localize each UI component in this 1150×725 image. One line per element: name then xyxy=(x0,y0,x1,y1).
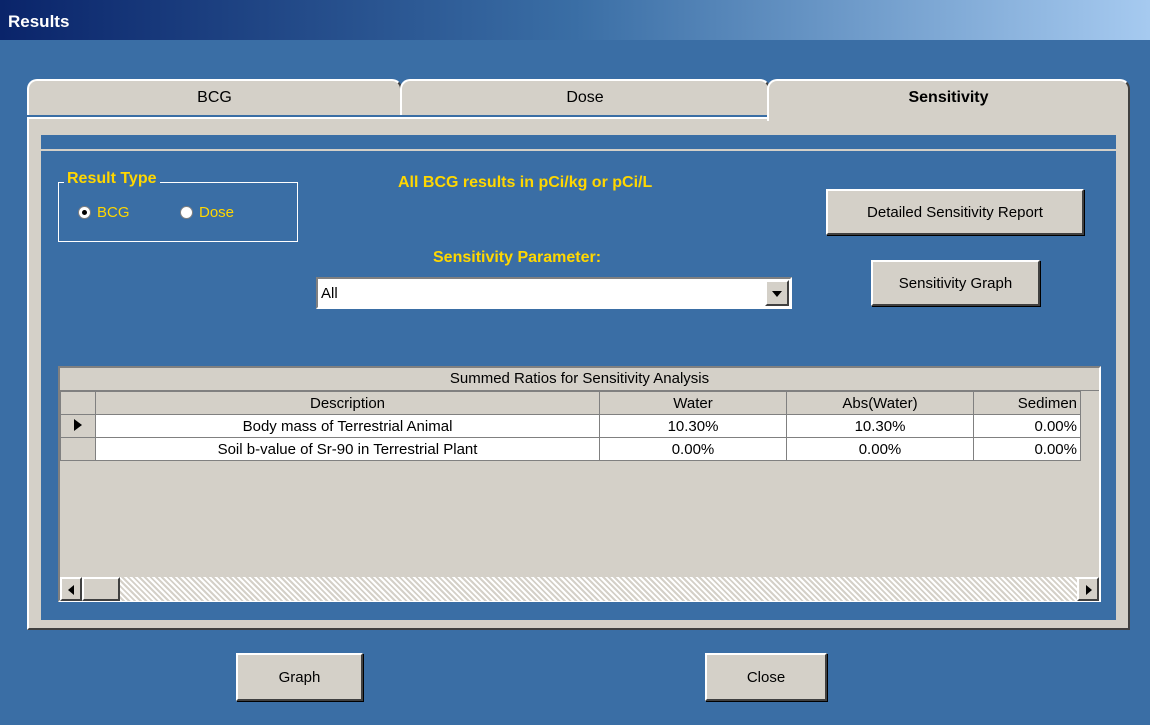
cell-water[interactable]: 10.30% xyxy=(599,414,787,438)
chevron-down-icon[interactable] xyxy=(765,280,789,306)
radio-bcg-label: BCG xyxy=(97,204,130,221)
tab-sensitivity[interactable]: Sensitivity xyxy=(767,79,1130,121)
radio-bcg-indicator[interactable] xyxy=(78,206,91,219)
button-label: Detailed Sensitivity Report xyxy=(867,203,1043,221)
column-header-sediment[interactable]: Sedimen xyxy=(973,391,1081,415)
cell-description[interactable]: Body mass of Terrestrial Animal xyxy=(95,414,600,438)
tab-label: Dose xyxy=(566,89,604,106)
cell-abs-water[interactable]: 10.30% xyxy=(786,414,974,438)
radio-bcg[interactable]: BCG xyxy=(78,204,130,221)
detailed-sensitivity-report-button[interactable]: Detailed Sensitivity Report xyxy=(826,189,1084,235)
row-selector-header xyxy=(60,391,96,415)
divider xyxy=(41,149,1116,151)
window-title: Results xyxy=(8,12,70,31)
horizontal-scrollbar[interactable] xyxy=(60,577,1099,601)
sensitivity-graph-button[interactable]: Sensitivity Graph xyxy=(871,260,1040,306)
sensitivity-grid[interactable]: Summed Ratios for Sensitivity Analysis D… xyxy=(58,366,1101,602)
scroll-thumb[interactable] xyxy=(82,577,120,601)
button-label: Sensitivity Graph xyxy=(898,274,1013,292)
cell-water[interactable]: 0.00% xyxy=(599,437,787,461)
tab-dose[interactable]: Dose xyxy=(400,79,770,115)
radio-dose[interactable]: Dose xyxy=(180,204,234,221)
select-value: All xyxy=(321,285,338,302)
grid-caption: Summed Ratios for Sensitivity Analysis xyxy=(60,368,1099,391)
radio-dose-label: Dose xyxy=(199,204,235,221)
row-selector[interactable] xyxy=(60,437,96,461)
grid-table: Description Water Abs(Water) Sedimen Bod… xyxy=(60,391,1081,461)
sensitivity-parameter-label: Sensitivity Parameter: xyxy=(433,249,602,266)
tab-bcg[interactable]: BCG xyxy=(27,79,402,115)
row-selector[interactable] xyxy=(60,414,96,438)
table-row[interactable]: Soil b-value of Sr-90 in Terrestrial Pla… xyxy=(60,437,1081,461)
title-bar: Results xyxy=(0,0,1150,40)
cell-sediment[interactable]: 0.00% xyxy=(973,437,1081,461)
table-row[interactable]: Body mass of Terrestrial Animal 10.30% 1… xyxy=(60,414,1081,438)
row-pointer-icon xyxy=(74,418,82,431)
cell-description[interactable]: Soil b-value of Sr-90 in Terrestrial Pla… xyxy=(95,437,600,461)
scroll-right-icon[interactable] xyxy=(1077,577,1099,601)
graph-button[interactable]: Graph xyxy=(236,653,363,701)
tab-label: BCG xyxy=(197,89,232,106)
scroll-left-icon[interactable] xyxy=(60,577,82,601)
cell-sediment[interactable]: 0.00% xyxy=(973,414,1081,438)
column-header-abs-water[interactable]: Abs(Water) xyxy=(786,391,974,415)
button-label: Graph xyxy=(278,668,321,686)
sensitivity-parameter-select[interactable]: All xyxy=(316,277,792,309)
tab-label: Sensitivity xyxy=(908,89,989,106)
column-header-water[interactable]: Water xyxy=(599,391,787,415)
grid-header-row: Description Water Abs(Water) Sedimen xyxy=(60,391,1081,415)
result-type-title: Result Type xyxy=(64,170,160,188)
units-note: All BCG results in pCi/kg or pCi/L xyxy=(398,174,653,191)
close-button[interactable]: Close xyxy=(705,653,827,701)
button-label: Close xyxy=(746,668,786,686)
column-header-description[interactable]: Description xyxy=(95,391,600,415)
radio-dose-indicator[interactable] xyxy=(180,206,193,219)
cell-abs-water[interactable]: 0.00% xyxy=(786,437,974,461)
